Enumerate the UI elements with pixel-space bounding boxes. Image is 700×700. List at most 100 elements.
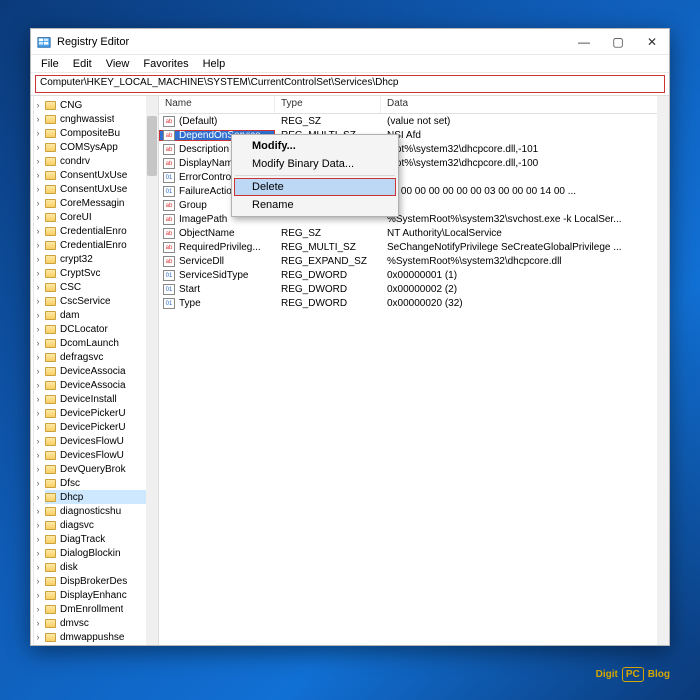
tree-item[interactable]: ›DCLocator xyxy=(45,322,158,336)
value-row[interactable]: ServiceSidTypeREG_DWORD0x00000001 (1) xyxy=(159,268,669,282)
expand-icon[interactable]: › xyxy=(33,254,43,264)
expand-icon[interactable]: › xyxy=(33,548,43,558)
address-bar[interactable]: Computer\HKEY_LOCAL_MACHINE\SYSTEM\Curre… xyxy=(35,75,665,93)
expand-icon[interactable]: › xyxy=(33,100,43,110)
menu-favorites[interactable]: Favorites xyxy=(137,57,194,71)
value-row[interactable]: RequiredPrivileg...REG_MULTI_SZSeChangeN… xyxy=(159,240,669,254)
expand-icon[interactable]: › xyxy=(33,506,43,516)
expand-icon[interactable]: › xyxy=(33,408,43,418)
expand-icon[interactable]: › xyxy=(33,380,43,390)
tree-item[interactable]: ›CNG xyxy=(45,98,158,112)
tree-item[interactable]: ›DiagTrack xyxy=(45,532,158,546)
tree-scroll-thumb[interactable] xyxy=(147,116,157,176)
expand-icon[interactable]: › xyxy=(33,352,43,362)
tree-item[interactable]: ›diagnosticshu xyxy=(45,504,158,518)
titlebar[interactable]: Registry Editor — ▢ ✕ xyxy=(31,29,669,55)
tree-item[interactable]: ›DisplayEnhanc xyxy=(45,588,158,602)
expand-icon[interactable]: › xyxy=(33,534,43,544)
expand-icon[interactable]: › xyxy=(33,128,43,138)
expand-icon[interactable]: › xyxy=(33,338,43,348)
ctx-rename[interactable]: Rename xyxy=(234,196,396,214)
expand-icon[interactable]: › xyxy=(33,366,43,376)
value-row[interactable]: StartREG_DWORD0x00000002 (2) xyxy=(159,282,669,296)
tree-item[interactable]: ›Dhcp xyxy=(45,490,158,504)
expand-icon[interactable]: › xyxy=(33,156,43,166)
expand-icon[interactable]: › xyxy=(33,394,43,404)
tree-item[interactable]: ›crypt32 xyxy=(45,252,158,266)
expand-icon[interactable]: › xyxy=(33,226,43,236)
ctx-modify[interactable]: Modify... xyxy=(234,137,396,155)
expand-icon[interactable]: › xyxy=(33,464,43,474)
menu-edit[interactable]: Edit xyxy=(67,57,98,71)
tree-item[interactable]: ›defragsvc xyxy=(45,350,158,364)
minimize-button[interactable]: — xyxy=(567,29,601,54)
tree-item[interactable]: ›DevicePickerU xyxy=(45,420,158,434)
expand-icon[interactable]: › xyxy=(33,478,43,488)
tree-item[interactable]: ›DeviceAssocia xyxy=(45,378,158,392)
tree-pane[interactable]: ›CNG›cnghwassist›CompositeBu›COMSysApp›c… xyxy=(31,96,159,645)
expand-icon[interactable]: › xyxy=(33,632,43,642)
tree-item[interactable]: ›dmwappushse xyxy=(45,630,158,644)
expand-icon[interactable]: › xyxy=(33,436,43,446)
expand-icon[interactable]: › xyxy=(33,268,43,278)
expand-icon[interactable]: › xyxy=(33,198,43,208)
tree-item[interactable]: ›diagsvc xyxy=(45,518,158,532)
expand-icon[interactable]: › xyxy=(33,450,43,460)
tree-item[interactable]: ›DevicesFlowU xyxy=(45,434,158,448)
column-type[interactable]: Type xyxy=(275,96,381,113)
menu-help[interactable]: Help xyxy=(197,57,232,71)
close-button[interactable]: ✕ xyxy=(635,29,669,54)
expand-icon[interactable]: › xyxy=(33,618,43,628)
tree-item[interactable]: ›ConsentUxUse xyxy=(45,168,158,182)
tree-item[interactable]: ›dam xyxy=(45,308,158,322)
expand-icon[interactable]: › xyxy=(33,240,43,250)
expand-icon[interactable]: › xyxy=(33,310,43,320)
expand-icon[interactable]: › xyxy=(33,492,43,502)
expand-icon[interactable]: › xyxy=(33,562,43,572)
tree-item[interactable]: ›DevicesFlowU xyxy=(45,448,158,462)
tree-item[interactable]: ›CryptSvc xyxy=(45,266,158,280)
tree-item[interactable]: ›DmEnrollment xyxy=(45,602,158,616)
tree-item[interactable]: ›ConsentUxUse xyxy=(45,182,158,196)
tree-item[interactable]: ›DevicePickerU xyxy=(45,406,158,420)
column-data[interactable]: Data xyxy=(381,96,669,113)
tree-item[interactable]: ›cnghwassist xyxy=(45,112,158,126)
menu-view[interactable]: View xyxy=(100,57,136,71)
expand-icon[interactable]: › xyxy=(33,212,43,222)
expand-icon[interactable]: › xyxy=(33,324,43,334)
value-row[interactable]: (Default)REG_SZ(value not set) xyxy=(159,114,669,128)
value-row[interactable]: ServiceDllREG_EXPAND_SZ%SystemRoot%\syst… xyxy=(159,254,669,268)
expand-icon[interactable]: › xyxy=(33,282,43,292)
tree-item[interactable]: ›condrv xyxy=(45,154,158,168)
tree-item[interactable]: ›COMSysApp xyxy=(45,140,158,154)
tree-item[interactable]: ›DialogBlockin xyxy=(45,546,158,560)
value-row[interactable]: TypeREG_DWORD0x00000020 (32) xyxy=(159,296,669,310)
expand-icon[interactable]: › xyxy=(33,590,43,600)
tree-item[interactable]: ›CoreMessagin xyxy=(45,196,158,210)
list-header[interactable]: Name Type Data xyxy=(159,96,669,114)
expand-icon[interactable]: › xyxy=(33,422,43,432)
tree-item[interactable]: ›DcomLaunch xyxy=(45,336,158,350)
list-scrollbar[interactable] xyxy=(657,96,669,645)
tree-item[interactable]: ›CredentialEnro xyxy=(45,238,158,252)
tree-item[interactable]: ›dmvsc xyxy=(45,616,158,630)
tree-item[interactable]: ›CredentialEnro xyxy=(45,224,158,238)
ctx-delete[interactable]: Delete xyxy=(234,178,396,196)
menu-file[interactable]: File xyxy=(35,57,65,71)
tree-item[interactable]: ›CSC xyxy=(45,280,158,294)
expand-icon[interactable]: › xyxy=(33,296,43,306)
tree-item[interactable]: ›CompositeBu xyxy=(45,126,158,140)
column-name[interactable]: Name xyxy=(159,96,275,113)
tree-item[interactable]: ›Dnscache xyxy=(45,644,158,645)
tree-item[interactable]: ›DevQueryBrok xyxy=(45,462,158,476)
expand-icon[interactable]: › xyxy=(33,142,43,152)
expand-icon[interactable]: › xyxy=(33,576,43,586)
tree-item[interactable]: ›DispBrokerDes xyxy=(45,574,158,588)
expand-icon[interactable]: › xyxy=(33,114,43,124)
value-row[interactable]: ObjectNameREG_SZNT Authority\LocalServic… xyxy=(159,226,669,240)
tree-item[interactable]: ›DeviceAssocia xyxy=(45,364,158,378)
tree-item[interactable]: ›disk xyxy=(45,560,158,574)
tree-item[interactable]: ›CoreUI xyxy=(45,210,158,224)
ctx-modify-binary[interactable]: Modify Binary Data... xyxy=(234,155,396,173)
tree-item[interactable]: ›CscService xyxy=(45,294,158,308)
